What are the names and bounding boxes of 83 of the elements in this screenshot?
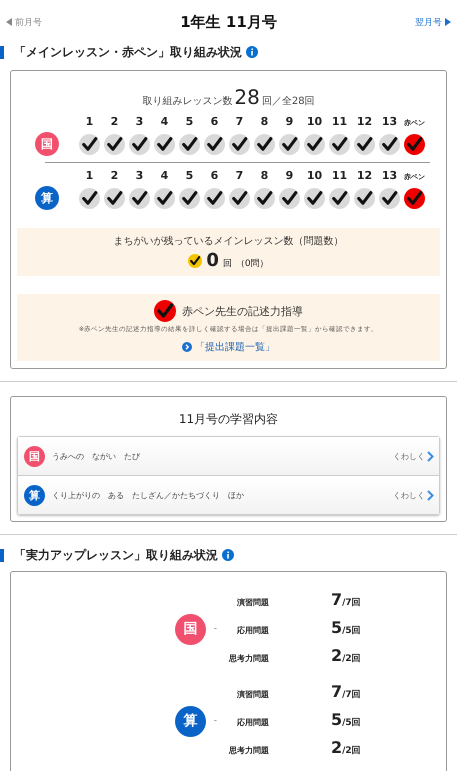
chevron-right-icon: [427, 490, 434, 500]
dash-text: -: [214, 624, 217, 634]
subject-badge: 国: [35, 132, 59, 156]
mistakes-count: 0: [206, 250, 219, 271]
lesson-number: 9: [284, 115, 294, 128]
left-triangle-icon: [6, 18, 12, 26]
lesson-number: 11: [330, 115, 348, 128]
lesson-number: 4: [160, 115, 170, 128]
lesson-number: 6: [210, 115, 220, 128]
next-month-link[interactable]: 翌月号: [414, 16, 451, 28]
chevron-circle-icon: [182, 342, 192, 352]
lesson-number: 2: [110, 169, 120, 182]
lesson-number: 11: [330, 169, 348, 182]
subject-badge: 国: [24, 446, 45, 466]
submissions-link[interactable]: 「提出課題一覧」: [195, 340, 275, 354]
lesson-number: 4: [160, 169, 170, 182]
lesson-number: 9: [284, 169, 294, 182]
total-count: /5回: [342, 716, 361, 729]
question-count: （0問）: [236, 258, 269, 270]
subject-badge: 国: [174, 614, 206, 644]
lesson-number: 8: [260, 169, 270, 182]
done-count: 5: [331, 710, 342, 729]
mistakes-unit: 回: [222, 258, 232, 270]
mistakes-label: まちがいが残っているメインレッスン数（問題数）: [112, 234, 344, 248]
lesson-number: 1: [84, 115, 94, 128]
total-count: /2回: [342, 744, 361, 757]
lesson-number: 12: [356, 169, 374, 182]
lesson-number: 13: [380, 115, 398, 128]
dash-text: -: [214, 716, 217, 726]
details-link[interactable]: くわしく: [393, 490, 425, 500]
total-count: /7回: [342, 688, 361, 701]
contents-row[interactable]: 算 くり上がりの ある たしざん／かたちづくり ほか くわしく: [18, 475, 439, 514]
check-icon: [188, 254, 202, 268]
lesson-number: 2: [110, 115, 120, 128]
previous-month-link[interactable]: 前月号: [6, 16, 42, 28]
contents-row[interactable]: 国 うみへの ながい たび くわしく: [18, 437, 439, 475]
lesson-number: 10: [306, 169, 324, 182]
guidance-title: 赤ペン先生の記述力指導: [182, 304, 303, 318]
topic-text: くり上がりの ある たしざん／かたちづくり ほか: [52, 490, 245, 500]
contents-title: 11月号の学習内容: [178, 411, 280, 428]
subject-badge: 算: [174, 706, 206, 736]
lesson-count: 28: [234, 85, 260, 109]
heading-marker: [0, 548, 4, 562]
details-link[interactable]: くわしく: [393, 450, 425, 462]
subject-badge: 算: [35, 186, 59, 210]
lesson-count-label: 取り組みレッスン数: [142, 95, 232, 108]
problem-type-label: 応用問題: [236, 625, 269, 636]
lesson-number: 6: [210, 169, 220, 182]
total-count: /7回: [342, 596, 361, 609]
section-heading: 「メインレッスン・赤ペン」取り組み状況: [14, 44, 242, 60]
heading-marker: [0, 46, 4, 58]
topic-text: うみへの ながい たび: [52, 450, 141, 462]
done-count: 2: [331, 738, 342, 757]
info-icon: [222, 549, 234, 561]
done-count: 5: [331, 618, 342, 637]
section-heading: 「実力アップレッスン」取り組み状況: [14, 546, 218, 564]
lesson-number: 7: [234, 169, 244, 182]
lesson-number: 5: [184, 169, 194, 182]
total-count: /5回: [342, 624, 361, 637]
lesson-number: 3: [134, 169, 144, 182]
total-count: /2回: [342, 652, 361, 665]
right-triangle-icon: [444, 18, 451, 26]
problem-type-label: 思考力問題: [228, 745, 269, 756]
info-icon: [246, 46, 258, 58]
lesson-number: 7: [234, 115, 244, 128]
lesson-number: 3: [134, 115, 144, 128]
lesson-number: 13: [380, 169, 398, 182]
page-title: 1年生 11月号: [180, 12, 277, 32]
subject-badge: 算: [24, 484, 45, 506]
chevron-right-icon: [427, 450, 434, 462]
problem-type-label: 応用問題: [236, 717, 269, 728]
lesson-count-total: 回／全28回: [262, 95, 315, 108]
lesson-number: 12: [356, 115, 374, 128]
lesson-number: 10: [306, 115, 324, 128]
lesson-number: 8: [260, 115, 270, 128]
lesson-number: 1: [84, 169, 94, 182]
problem-type-label: 演習問題: [236, 689, 269, 700]
lesson-number: 5: [184, 115, 194, 128]
done-count: 7: [331, 682, 342, 701]
done-count: 7: [331, 590, 342, 609]
done-count: 2: [331, 646, 342, 665]
problem-type-label: 演習問題: [236, 597, 269, 608]
problem-type-label: 思考力問題: [228, 653, 269, 664]
